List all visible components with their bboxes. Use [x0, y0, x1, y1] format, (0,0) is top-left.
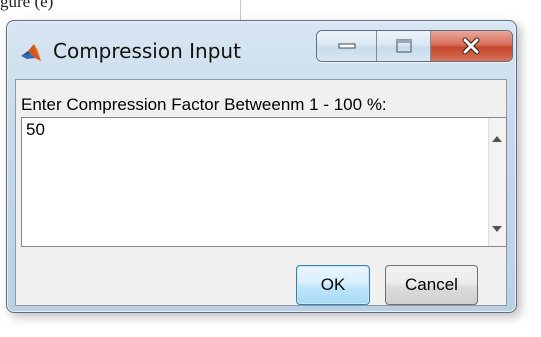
prompt-label: Enter Compression Factor Betweenm 1 - 10…	[21, 95, 387, 114]
cancel-button[interactable]: Cancel	[385, 265, 478, 305]
ok-button[interactable]: OK	[296, 265, 370, 305]
close-icon	[462, 37, 480, 55]
compression-factor-input[interactable]: 50	[21, 117, 507, 247]
window-controls	[316, 30, 513, 62]
title-bar[interactable]: Compression Input	[7, 21, 516, 73]
input-value[interactable]: 50	[26, 120, 45, 140]
dialog-window: Compression Input Enter Compression Fact…	[6, 20, 517, 313]
background-document-text: gure (e)	[0, 0, 54, 11]
maximize-icon	[395, 39, 412, 53]
matlab-icon	[20, 42, 42, 64]
scroll-down-arrow-icon[interactable]	[492, 226, 502, 232]
scroll-up-arrow-icon[interactable]	[492, 136, 502, 142]
minimize-button[interactable]	[317, 31, 378, 61]
close-button[interactable]	[430, 31, 512, 61]
maximize-button[interactable]	[377, 31, 431, 61]
window-title: Compression Input	[53, 39, 241, 63]
minimize-icon	[338, 43, 356, 49]
vertical-scrollbar[interactable]	[488, 118, 506, 246]
